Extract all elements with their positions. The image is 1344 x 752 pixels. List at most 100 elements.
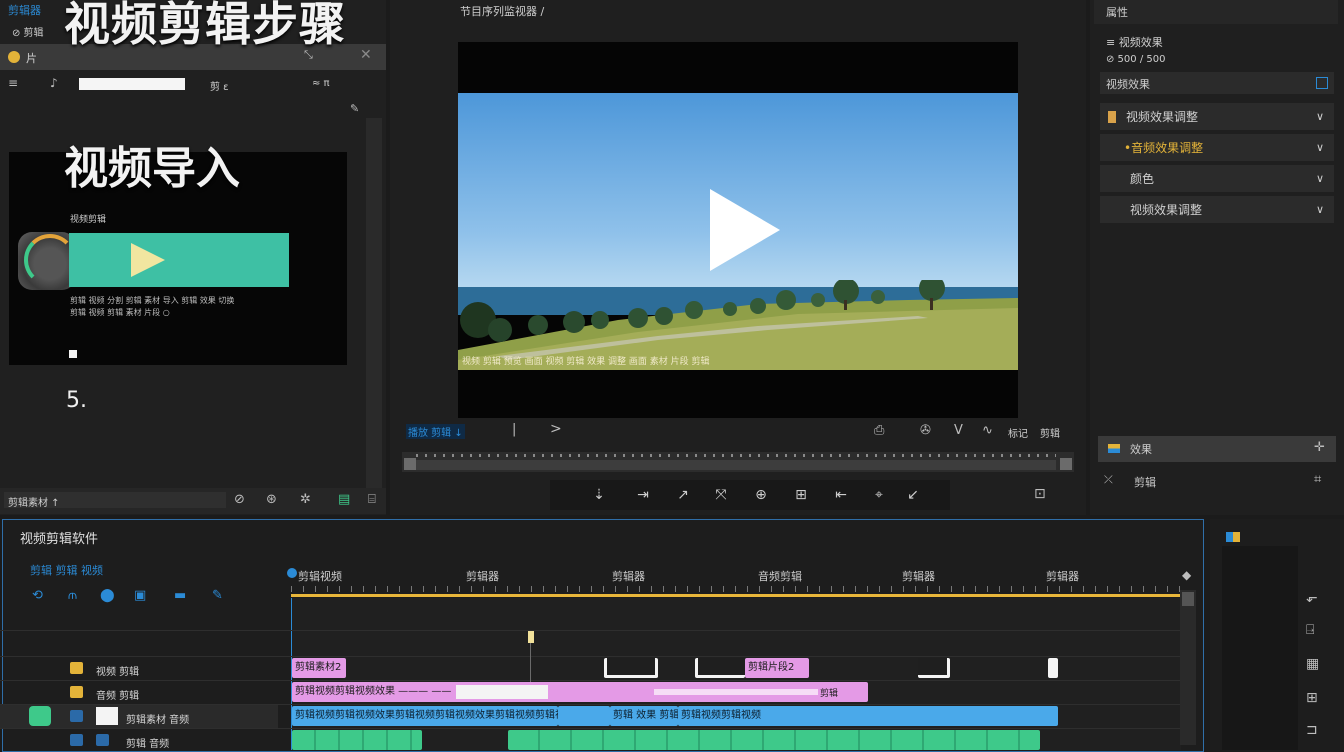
slip-tool-icon[interactable]: ⊞ bbox=[1306, 690, 1318, 706]
project-search-bar[interactable] bbox=[79, 78, 185, 90]
effect2-label: 剪辑 bbox=[1134, 476, 1156, 489]
track-separator bbox=[0, 680, 1180, 681]
track-active-toggle[interactable] bbox=[29, 706, 51, 726]
timeline-clip[interactable] bbox=[292, 730, 422, 750]
snap-icon[interactable]: ▣ bbox=[134, 588, 146, 603]
accordion-adjust[interactable]: 视频效果调整 ∨ bbox=[1100, 196, 1334, 223]
clip-highlight bbox=[456, 685, 548, 699]
ripple-tool-icon[interactable]: ▦ bbox=[1306, 656, 1319, 672]
scrub-start-handle[interactable] bbox=[404, 458, 416, 470]
banner-logo-icon bbox=[131, 243, 165, 277]
timeline-clip[interactable] bbox=[695, 658, 745, 678]
timeline-clip[interactable]: 剪辑素材2 bbox=[292, 658, 346, 678]
link-icon[interactable]: ⟲ bbox=[32, 588, 43, 603]
caption-icon[interactable]: ▬ bbox=[174, 588, 186, 603]
timeline-clip[interactable] bbox=[918, 658, 950, 678]
scrub-end-handle[interactable] bbox=[1060, 458, 1072, 470]
accordion-label-3: 颜色 bbox=[1130, 172, 1155, 186]
close-panel-icon[interactable]: ✕ bbox=[360, 47, 372, 63]
track-film-icon[interactable] bbox=[70, 710, 83, 722]
audio-icon[interactable]: ♪ bbox=[50, 76, 58, 90]
properties-toggle-icon[interactable] bbox=[1316, 77, 1328, 89]
thumbnail-text-1: 剪辑 视频 分割 剪辑 素材 导入 剪辑 效果 切换 bbox=[70, 296, 235, 305]
play-overlay-icon[interactable] bbox=[710, 189, 780, 271]
tool-overwrite-icon[interactable]: ⇥ bbox=[630, 484, 656, 506]
waveform-icon[interactable]: ∿ bbox=[982, 423, 993, 438]
compare-icon[interactable]: V bbox=[954, 423, 963, 438]
track-video-icon[interactable] bbox=[70, 662, 83, 674]
tool-lift-icon[interactable]: ↗ bbox=[670, 484, 696, 506]
timeline-scrollbar[interactable] bbox=[1180, 590, 1196, 745]
timeline-clip[interactable]: 剪辑视频剪辑视频效果剪辑视频剪辑视频效果剪辑视频剪辑视频 ⊘ bbox=[292, 706, 558, 726]
project-tab[interactable]: 剪辑器 bbox=[8, 2, 41, 18]
tool-step-back-icon[interactable]: ⇤ bbox=[828, 484, 854, 506]
search-icon[interactable]: ⊛ bbox=[266, 492, 277, 507]
thumbnail-green-banner bbox=[69, 233, 289, 287]
play-button-icon[interactable]: > bbox=[550, 421, 562, 437]
accordion-label-1: 视频效果调整 bbox=[1126, 110, 1199, 124]
accordion-audio-effects[interactable]: •音频效果调整 ∨ bbox=[1100, 134, 1334, 161]
scrub-ticks bbox=[416, 454, 1056, 457]
timeline-clip[interactable] bbox=[1048, 658, 1058, 678]
timeline-clip[interactable] bbox=[604, 658, 658, 678]
new-bin-icon[interactable]: ⊘ bbox=[234, 492, 245, 507]
list-view-icon[interactable]: ≡ bbox=[8, 76, 18, 90]
settings-icon[interactable]: ✲ bbox=[300, 492, 311, 507]
accordion-color[interactable]: 颜色 ∨ bbox=[1100, 165, 1334, 192]
chevron-down-icon: ∨ bbox=[1315, 110, 1324, 123]
tool-snap-icon[interactable]: ⌖ bbox=[866, 484, 892, 506]
accordion-label-4: 视频效果调整 bbox=[1130, 203, 1203, 217]
transport-right-1[interactable]: 标记 bbox=[1008, 425, 1028, 440]
grid-view-icon[interactable]: ▤ bbox=[338, 492, 350, 507]
track-folder-icon[interactable] bbox=[70, 686, 83, 698]
properties-row2: ⊘ 500 / 500 bbox=[1106, 54, 1166, 65]
transport-right-2[interactable]: 剪辑 bbox=[1040, 425, 1060, 440]
overlay-subtitle: 视频导入 bbox=[64, 143, 240, 194]
timeline-toolbar-label[interactable]: 剪辑 剪辑 视频 bbox=[30, 562, 103, 578]
ruler-line bbox=[291, 594, 1181, 597]
ruler-ticks bbox=[291, 586, 1181, 592]
playhead-marker-icon[interactable] bbox=[287, 568, 297, 578]
track-select-icon[interactable]: ⍈ bbox=[1306, 622, 1314, 638]
marker-line bbox=[530, 643, 531, 683]
tool-extract-icon[interactable]: ⤧ bbox=[708, 484, 734, 506]
project-scrollbar[interactable] bbox=[366, 118, 382, 488]
timeline-scroll-thumb[interactable] bbox=[1182, 592, 1194, 606]
track-audio-icon[interactable] bbox=[70, 734, 83, 746]
fullscreen-icon[interactable]: ⊡ bbox=[1034, 486, 1046, 502]
overlay-title: 视频剪辑步骤 bbox=[64, 0, 346, 51]
tool-insert-icon[interactable]: ⇣ bbox=[586, 484, 612, 506]
mark-in-icon[interactable]: | bbox=[512, 422, 516, 437]
selection-tool-icon[interactable]: ⬐ bbox=[1306, 590, 1318, 606]
fx-icon: ⤫ bbox=[1104, 473, 1113, 486]
chevron-down-icon: ∨ bbox=[1315, 203, 1324, 216]
timeline-clip[interactable]: 剪辑 效果 剪辑 bbox=[610, 706, 678, 726]
wrench-icon[interactable]: ✇ bbox=[920, 423, 931, 438]
grid-icon[interactable]: ⌗ bbox=[1314, 472, 1321, 487]
add-effect-icon[interactable]: ✛ bbox=[1314, 440, 1325, 455]
track-separator bbox=[0, 630, 1180, 631]
marker-icon[interactable]: ⬤ bbox=[100, 588, 115, 603]
properties-row1[interactable]: ≡ 视频效果 bbox=[1106, 34, 1163, 50]
track-name: 剪辑 音频 bbox=[126, 739, 170, 750]
razor-icon[interactable]: ⫙ bbox=[68, 588, 77, 603]
timeline-clip[interactable]: 剪辑片段2 bbox=[745, 658, 809, 678]
track-mute-icon[interactable] bbox=[96, 734, 109, 746]
folder-icon[interactable] bbox=[8, 51, 20, 63]
accordion-video-effects[interactable]: 视频效果调整 ∨ bbox=[1100, 103, 1334, 130]
tool-add-marker-icon[interactable]: ⊕ bbox=[748, 484, 774, 506]
tool-export-icon[interactable]: ⊞ bbox=[788, 484, 814, 506]
transport-left[interactable]: 播放 剪辑 ↓ bbox=[406, 424, 465, 439]
marker-flag[interactable] bbox=[528, 631, 534, 643]
settings-wrench-icon[interactable]: ✎ bbox=[212, 588, 223, 603]
timeline-clip[interactable] bbox=[508, 730, 1040, 750]
timeline-clip[interactable]: 剪辑视频剪辑视频 bbox=[678, 706, 1058, 726]
tool-razor-icon[interactable]: ↙ bbox=[900, 484, 926, 506]
timeline-clip[interactable] bbox=[558, 706, 610, 726]
trash-icon[interactable]: ⌸ bbox=[368, 492, 376, 507]
ruler-menu-icon[interactable]: ◆ bbox=[1182, 568, 1191, 582]
ruler-label: 剪辑器 bbox=[1046, 570, 1079, 583]
pin-icon[interactable]: ✎ bbox=[350, 102, 359, 115]
export-frame-icon[interactable]: ⎙ bbox=[874, 423, 884, 438]
pen-tool-icon[interactable]: ⊐ bbox=[1306, 722, 1318, 738]
